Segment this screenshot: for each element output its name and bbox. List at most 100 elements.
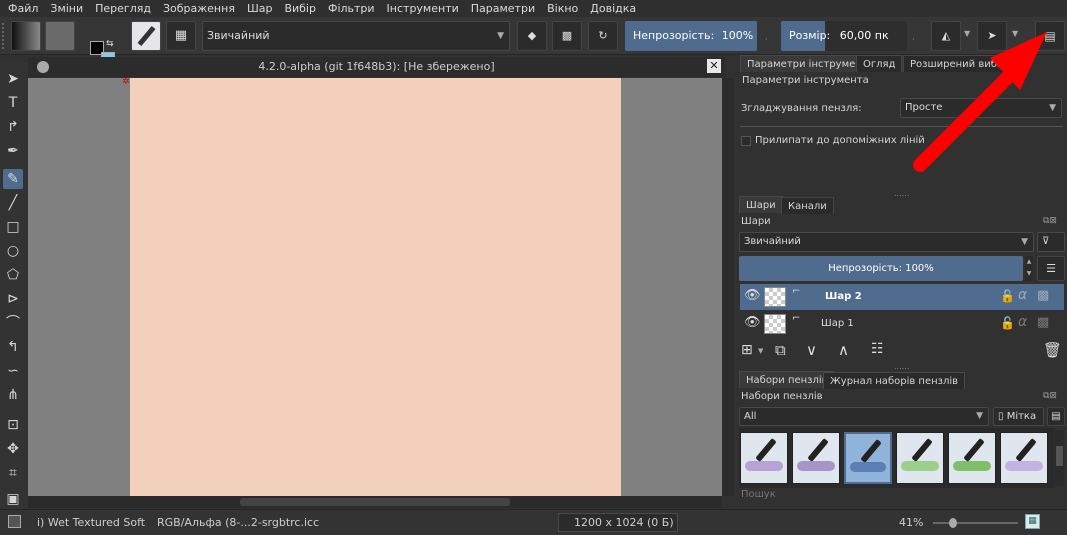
layer-name[interactable]: Шар 1 bbox=[821, 318, 854, 329]
menu-view[interactable]: Перегляд bbox=[95, 2, 151, 15]
opacity-spin-arrows[interactable]: · bbox=[765, 35, 768, 44]
add-layer-dropdown[interactable]: ▼ bbox=[758, 347, 763, 355]
edit-shapes-tool-icon[interactable]: ↱ bbox=[3, 117, 23, 137]
menu-filters[interactable]: Фільтри bbox=[328, 2, 375, 15]
brush-preset-thumbnail[interactable] bbox=[948, 432, 996, 484]
layer-opacity-slider[interactable]: Непрозорість: 100% bbox=[739, 256, 1023, 281]
freehand-path-tool-icon[interactable]: ↰ bbox=[3, 337, 23, 357]
size-slider[interactable]: Розмір: 60,00 пк bbox=[781, 21, 907, 51]
layer-properties-icon[interactable]: ☷ bbox=[871, 341, 884, 357]
alpha-lock-icon[interactable]: α bbox=[1018, 287, 1027, 303]
menu-layer[interactable]: Шар bbox=[247, 2, 273, 15]
scrollbar-thumb[interactable] bbox=[240, 498, 510, 506]
snap-checkbox[interactable] bbox=[741, 136, 751, 146]
layer-blend-mode-select[interactable]: Звичайний ▼ bbox=[739, 232, 1034, 252]
brush-preset-thumbnail[interactable] bbox=[1000, 432, 1048, 484]
close-icon[interactable]: ✕ bbox=[707, 59, 721, 73]
lock-icon[interactable]: 🔓 bbox=[1000, 289, 1015, 303]
opacity-slider[interactable]: Непрозорість: 100% bbox=[625, 21, 757, 51]
layers-float-icon[interactable]: ⧉⊠ bbox=[1043, 216, 1057, 226]
layer-row[interactable]: 👁 ⌐ Шар 2 🔓 α ▩ bbox=[740, 284, 1064, 310]
swap-colors-icon[interactable]: ⇆ bbox=[106, 39, 114, 49]
reload-preset-button[interactable]: ↻ bbox=[588, 21, 618, 51]
eye-icon[interactable]: 👁 bbox=[744, 288, 761, 303]
canvas-only-icon[interactable]: ▦ bbox=[1025, 514, 1040, 529]
menu-help[interactable]: Довідка bbox=[590, 2, 636, 15]
brush-tag-button[interactable]: ▯ Мітка bbox=[993, 407, 1044, 426]
menu-image[interactable]: Зображення bbox=[163, 2, 235, 15]
brush-preset-thumbnail[interactable] bbox=[792, 432, 840, 484]
bezier-tool-icon[interactable]: ⌒ bbox=[3, 313, 23, 333]
inherit-alpha-icon[interactable]: ▩ bbox=[1037, 288, 1049, 303]
menu-select[interactable]: Вибір bbox=[284, 2, 316, 15]
add-layer-icon[interactable]: ⊞ bbox=[741, 342, 753, 358]
eye-icon[interactable]: 👁 bbox=[744, 315, 761, 330]
freehand-brush-tool-icon[interactable]: ✎ bbox=[3, 169, 23, 189]
layer-properties-button[interactable]: ☰ bbox=[1037, 256, 1065, 281]
gradient-tool-icon[interactable]: ▣ bbox=[3, 489, 23, 509]
tab-overview[interactable]: Огляд bbox=[856, 55, 903, 72]
menu-edit[interactable]: Зміни bbox=[50, 2, 83, 15]
menu-tools[interactable]: Інструменти bbox=[387, 2, 459, 15]
polyline-tool-icon[interactable]: ⊳ bbox=[3, 289, 23, 309]
rectangle-tool-icon[interactable]: □ bbox=[3, 217, 23, 237]
layer-opacity-spin[interactable]: ▲ ▼ bbox=[1025, 256, 1033, 281]
tab-brush-history[interactable]: Журнал наборів пензлів bbox=[823, 372, 966, 389]
eraser-mode-button[interactable]: ◆ bbox=[517, 21, 547, 51]
zoom-slider-handle[interactable] bbox=[949, 518, 957, 528]
transform-tool-icon[interactable]: ⊡ bbox=[3, 415, 23, 435]
brush-preview-icon[interactable] bbox=[8, 515, 21, 528]
resize-handle[interactable]: ...... bbox=[894, 362, 909, 371]
layer-name[interactable]: Шар 2 bbox=[825, 291, 862, 302]
brush-preset-button[interactable] bbox=[131, 21, 161, 51]
brush-preset-thumbnail[interactable] bbox=[896, 432, 944, 484]
resize-handle[interactable]: ...... bbox=[894, 189, 909, 198]
brush-icon bbox=[963, 438, 985, 462]
preserve-alpha-button[interactable]: ▩ bbox=[552, 21, 582, 51]
calligraphy-tool-icon[interactable]: ✒ bbox=[3, 141, 23, 161]
brush-preset-thumbnail[interactable] bbox=[844, 432, 892, 484]
tab-layers[interactable]: Шари bbox=[739, 196, 783, 213]
menu-settings[interactable]: Параметри bbox=[471, 2, 535, 15]
layer-row[interactable]: 👁 ⌐ Шар 1 🔓 α ▩ bbox=[740, 311, 1064, 337]
scrollbar-thumb[interactable] bbox=[1056, 446, 1063, 466]
pattern-selector-button[interactable] bbox=[45, 21, 75, 51]
move-layer-down-icon[interactable]: ∨ bbox=[806, 341, 817, 359]
gradient-selector-button[interactable] bbox=[11, 21, 41, 51]
delete-layer-icon[interactable]: 🗑 bbox=[1043, 341, 1062, 359]
ellipse-tool-icon[interactable]: ○ bbox=[3, 241, 23, 261]
horizontal-scrollbar[interactable] bbox=[28, 496, 722, 508]
polygon-tool-icon[interactable]: ⬠ bbox=[3, 265, 23, 285]
vertical-scrollbar[interactable] bbox=[722, 78, 734, 496]
line-tool-icon[interactable]: ╱ bbox=[3, 193, 23, 213]
tab-channels[interactable]: Канали bbox=[781, 197, 834, 214]
canvas[interactable] bbox=[130, 78, 621, 496]
inherit-alpha-icon[interactable]: ▩ bbox=[1037, 315, 1049, 330]
move-layer-up-icon[interactable]: ∧ bbox=[838, 341, 849, 359]
brush-view-button[interactable]: ▤ bbox=[1047, 407, 1065, 426]
dynamic-brush-tool-icon[interactable]: ∽ bbox=[3, 361, 23, 381]
brush-search-input[interactable]: Пошук bbox=[739, 489, 1064, 505]
duplicate-layer-icon[interactable]: ⧉ bbox=[775, 341, 786, 359]
tab-brush-presets[interactable]: Набори пензлів bbox=[739, 371, 835, 388]
brush-grid-scrollbar[interactable] bbox=[1055, 430, 1064, 486]
brush-filter-select[interactable]: All ▼ bbox=[739, 407, 989, 426]
layer-filter-button[interactable]: ⊽ bbox=[1037, 232, 1065, 252]
toolbar-grip[interactable] bbox=[2, 23, 8, 49]
brush-presets-float-icon[interactable]: ⧉⊠ bbox=[1043, 391, 1057, 401]
crop-tool-icon[interactable]: ⌗ bbox=[3, 463, 23, 483]
menu-window[interactable]: Вікно bbox=[547, 2, 578, 15]
text-tool-icon[interactable]: T bbox=[3, 93, 23, 113]
brush-preset-thumbnail[interactable] bbox=[740, 432, 788, 484]
select-shapes-tool-icon[interactable]: ➤ bbox=[3, 69, 23, 89]
move-tool-icon[interactable]: ✥ bbox=[3, 439, 23, 459]
status-color-profile[interactable]: RGB/Альфа (8-...2-srgbtrc.icc bbox=[157, 516, 319, 529]
alpha-lock-icon[interactable]: α bbox=[1018, 314, 1027, 330]
blend-mode-select[interactable]: Звичайний ▼ bbox=[202, 21, 510, 51]
menu-file[interactable]: Файл bbox=[8, 2, 38, 15]
lock-icon[interactable]: 🔓 bbox=[1000, 316, 1015, 330]
multibrush-tool-icon[interactable]: ⋔ bbox=[3, 385, 23, 405]
brush-settings-button[interactable]: ▦ bbox=[166, 21, 196, 51]
zoom-slider[interactable] bbox=[933, 518, 1018, 528]
status-zoom[interactable]: 41% bbox=[899, 516, 923, 529]
